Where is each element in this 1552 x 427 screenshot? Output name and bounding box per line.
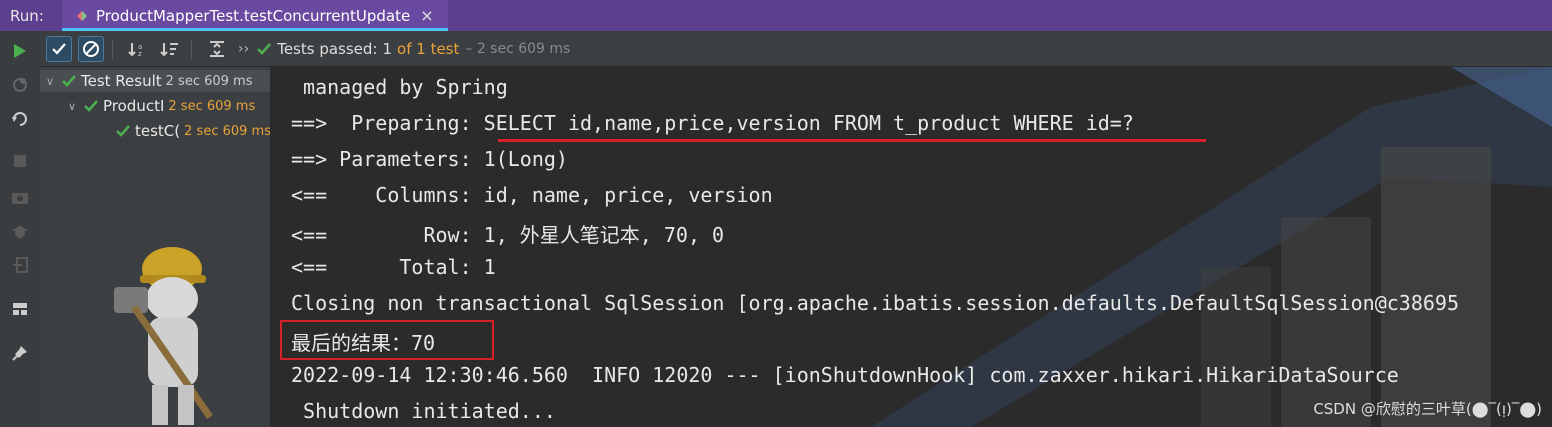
stop-icon — [14, 155, 26, 167]
toggle-auto-test-button[interactable] — [10, 109, 30, 129]
run-tool-window-header: Run: ProductMapperTest.testConcurrentUpd… — [0, 0, 1552, 31]
chevron-down-icon[interactable]: ∨ — [46, 75, 62, 88]
tree-item-test-result[interactable]: ∨ Test Result 2 sec 609 ms — [40, 70, 270, 92]
console-output[interactable]: managed by Spring ==> Preparing: SELECT … — [271, 67, 1552, 427]
console-line: <== Row: 1, 外星人笔记本, 70, 0 — [291, 223, 725, 247]
console-line: 2022-09-14 12:30:46.560 INFO 12020 --- [… — [291, 363, 1399, 387]
rerun-failed-button[interactable] — [10, 75, 30, 95]
rerun-button[interactable] — [10, 41, 30, 61]
debug-button[interactable] — [10, 221, 30, 241]
chevron-down-icon[interactable]: ∨ — [68, 100, 84, 113]
rerun-failed-icon — [13, 78, 27, 92]
console-line: ==> Parameters: 1(Long) — [291, 147, 568, 171]
tree-item-label: ProductI — [103, 97, 165, 115]
run-tab-title: ProductMapperTest.testConcurrentUpdate — [96, 6, 411, 25]
tree-item-label: Test Result — [81, 72, 162, 90]
more-chevron-icon[interactable]: ›› — [238, 41, 249, 57]
sort-duration-icon — [160, 42, 178, 56]
show-passed-toggle[interactable] — [46, 35, 72, 62]
result-annotation-box — [280, 320, 494, 360]
console-line: managed by Spring — [291, 75, 508, 99]
pass-check-icon — [62, 75, 76, 87]
tree-item-time: 2 sec 609 ms — [184, 123, 271, 139]
pin-icon — [12, 346, 27, 361]
sql-annotation-underline — [498, 139, 1206, 142]
tree-item-test-method[interactable]: testC( 2 sec 609 ms — [116, 120, 271, 142]
sort-alpha-icon: az — [128, 42, 142, 57]
play-icon — [14, 44, 26, 58]
sort-alphabetically-button[interactable]: az — [125, 36, 151, 62]
pass-check-icon — [116, 125, 130, 137]
test-runner-toolbar: az ›› Tests passed: 1 of 1 test – 2 sec … — [40, 31, 1552, 67]
test-status: ›› Tests passed: 1 of 1 test – 2 sec 609… — [238, 40, 570, 58]
tree-item-time: 2 sec 609 ms — [165, 73, 253, 89]
stop-button[interactable] — [10, 151, 30, 171]
layout-button[interactable] — [10, 299, 30, 319]
exit-icon — [13, 257, 28, 273]
console-line: ==> Preparing: SELECT id,name,price,vers… — [291, 111, 1134, 135]
tree-item-label: testC( — [135, 122, 181, 140]
tests-passed-label: Tests passed: — [277, 39, 378, 58]
svg-text:z: z — [138, 50, 142, 57]
construction-worker-illustration — [114, 247, 213, 425]
expand-all-button[interactable] — [204, 36, 230, 62]
screenshot-button[interactable] — [10, 187, 30, 207]
pass-check-icon — [84, 100, 98, 112]
console-line: <== Total: 1 — [291, 255, 496, 279]
tests-total: of 1 test — [397, 39, 460, 58]
run-label: Run: — [10, 6, 44, 25]
expand-all-icon — [210, 40, 224, 57]
ignored-icon — [83, 40, 99, 57]
bug-icon — [13, 226, 27, 238]
run-config-icon — [77, 10, 87, 21]
test-results-tree: ∨ Test Result 2 sec 609 ms ∨ ProductI 2 … — [40, 67, 271, 427]
sort-by-duration-button[interactable] — [157, 36, 183, 62]
layout-icon — [13, 303, 27, 315]
tree-item-time: 2 sec 609 ms — [168, 98, 256, 114]
vertical-toolbar — [0, 31, 41, 427]
show-ignored-toggle[interactable] — [78, 35, 104, 62]
auto-test-icon — [12, 112, 27, 126]
watermark: CSDN @欣慰的三叶草(⬤‾(ᴉ)‾⬤) — [1313, 400, 1542, 418]
toolbar-separator — [191, 38, 192, 59]
check-icon — [52, 42, 66, 55]
camera-icon — [12, 193, 28, 204]
pin-tab-button[interactable] — [10, 343, 30, 363]
tests-passed-count: 1 — [382, 39, 393, 58]
close-tab-icon[interactable]: × — [420, 6, 433, 25]
tree-item-test-class[interactable]: ∨ ProductI 2 sec 609 ms — [68, 95, 255, 117]
toolbar-separator — [112, 38, 113, 59]
exit-button[interactable] — [10, 255, 30, 275]
console-line: <== Columns: id, name, price, version — [291, 183, 773, 207]
pass-check-icon — [257, 42, 272, 55]
run-config-tab[interactable]: ProductMapperTest.testConcurrentUpdate × — [62, 0, 448, 31]
tests-duration: – 2 sec 609 ms — [465, 40, 571, 57]
console-line: Closing non transactional SqlSession [or… — [291, 291, 1459, 315]
console-line: Shutdown initiated... — [291, 399, 556, 423]
